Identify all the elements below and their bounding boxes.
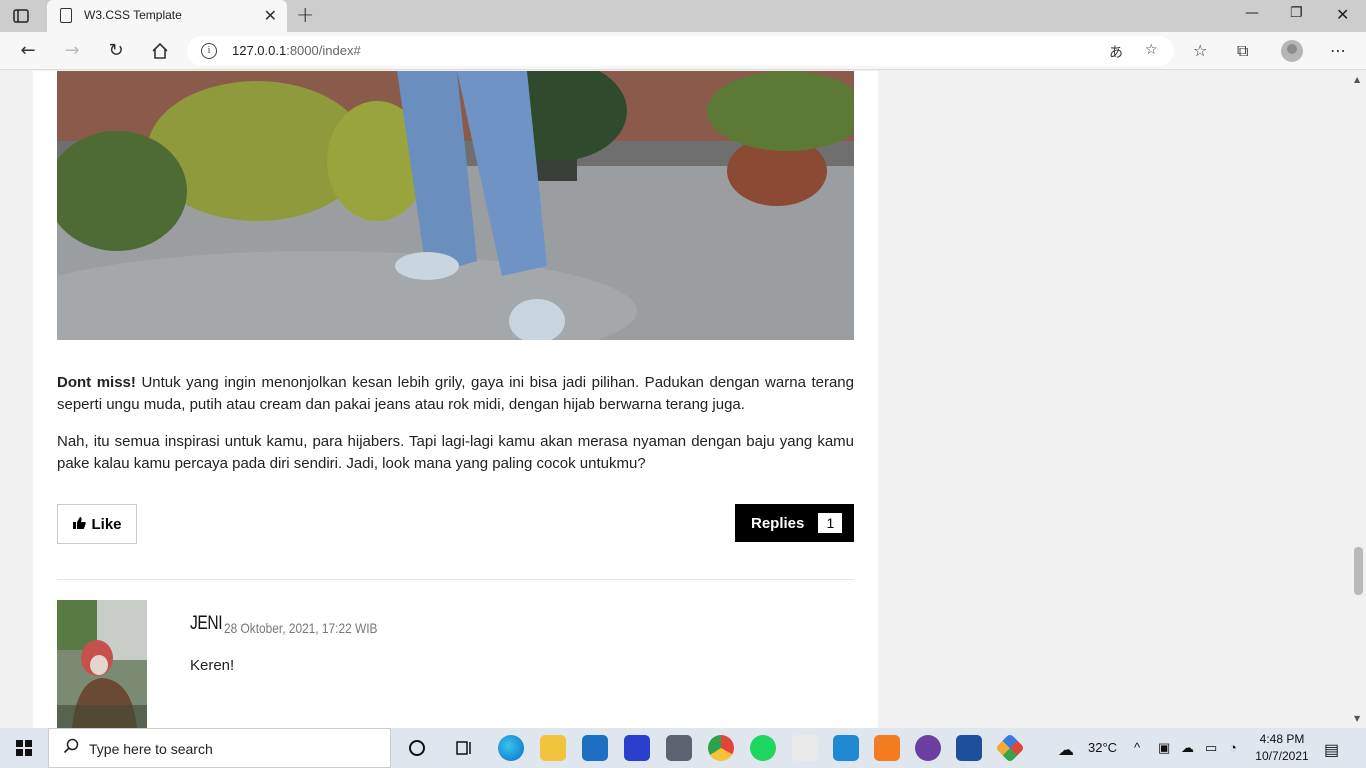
profile-avatar[interactable] [1281,40,1303,62]
weather-icon[interactable]: ☁ [1058,740,1074,760]
task-view-icon[interactable] [451,735,477,761]
back-icon[interactable]: ← [16,39,40,63]
article-card: Dont miss! Untuk yang ingin menonjolkan … [33,71,878,728]
search-placeholder: Type here to search [89,741,213,757]
tab-actions-menu-icon[interactable] [12,7,30,25]
replies-button[interactable]: Replies 1 [735,504,854,542]
minimize-icon[interactable]: — [1245,5,1259,21]
xampp-icon[interactable] [874,735,900,761]
thumbs-up-icon [72,516,87,533]
battery-icon[interactable]: ▭ [1205,740,1217,756]
like-button[interactable]: Like [57,504,137,544]
clock-date: 10/7/2021 [1255,749,1309,763]
notifications-icon[interactable]: ▤ [1324,740,1339,760]
home-icon[interactable] [148,39,172,63]
site-info-icon[interactable]: i [201,43,217,59]
git-icon[interactable] [995,733,1025,763]
windows-taskbar: Type here to search ☁ 32°C ^ ▣ ☁ ▭ ◔ 4:4… [0,728,1366,768]
github-desktop-icon[interactable] [915,735,941,761]
commenter-name: JENI [190,613,223,634]
wifi-icon[interactable]: ◔ [1229,740,1237,755]
browser-tab-bar: W3.CSS Template ✕ + — ❐ ✕ [0,0,1366,32]
file-explorer-icon[interactable] [540,735,566,761]
chrome-icon[interactable] [708,735,734,761]
search-icon [63,738,79,758]
comment-text: Keren! [190,657,235,674]
tab-title: W3.CSS Template [84,8,182,22]
url-text: 127.0.0.1:8000/index# [232,43,361,58]
close-window-icon[interactable]: ✕ [1336,5,1349,24]
scroll-down-icon[interactable]: ▼ [1354,714,1360,723]
close-tab-icon[interactable]: ✕ [264,6,277,25]
read-aloud-icon[interactable]: あ [1109,42,1123,62]
article-paragraph-2: Nah, itu semua inspirasi untuk kamu, par… [57,433,854,472]
replies-label: Replies [751,514,805,532]
refresh-icon[interactable]: ↻ [104,39,128,63]
favorites-icon[interactable]: ☆ [1193,41,1207,60]
like-label: Like [91,515,122,533]
meet-now-icon[interactable]: ▣ [1158,740,1170,756]
page-icon [60,8,72,23]
scroll-up-icon[interactable]: ▲ [1354,75,1360,84]
dont-miss-label: Dont miss! [57,374,136,391]
powershell-icon[interactable] [956,735,982,761]
browser-toolbar: ← → ↻ i 127.0.0.1:8000/index# あ ☆ ☆ ⧉ ⋯ [0,32,1366,70]
taskbar-search-box[interactable]: Type here to search [48,728,391,768]
spotify-icon[interactable] [750,735,776,761]
add-favorite-icon[interactable]: ☆ [1145,42,1158,58]
divider [57,579,854,580]
clock-time: 4:48 PM [1259,732,1305,746]
address-bar[interactable]: i 127.0.0.1:8000/index# あ ☆ [187,36,1174,66]
mail-icon[interactable] [582,735,608,761]
show-hidden-icons-icon[interactable]: ^ [1134,740,1140,755]
restore-icon[interactable]: ❐ [1290,5,1303,21]
onedrive-icon[interactable]: ☁ [1181,740,1194,756]
cortana-icon[interactable] [404,735,430,761]
replies-count-badge: 1 [818,513,843,533]
scrollbar-thumb[interactable] [1354,547,1363,595]
article-photo [57,71,854,340]
page-scrollbar[interactable]: ▲ ▼ [1350,71,1366,728]
comment-date: 28 Oktober, 2021, 17:22 WIB [224,620,378,636]
vscode-icon[interactable] [833,735,859,761]
visual-studio-code-alt-icon[interactable] [624,735,650,761]
edge-icon[interactable] [498,735,524,761]
browser-tab[interactable]: W3.CSS Template ✕ [47,0,287,32]
page-viewport: Dont miss! Untuk yang ingin menonjolkan … [0,71,1350,728]
temperature-text: 32°C [1088,740,1118,755]
windows-start-icon[interactable] [16,740,32,756]
java-icon[interactable] [792,735,818,761]
taskbar-clock[interactable]: 4:48 PM 10/7/2021 [1252,731,1312,765]
camera-icon[interactable] [666,735,692,761]
commenter-avatar [57,600,147,728]
article-paragraph-1: Dont miss! Untuk yang ingin menonjolkan … [57,374,854,413]
more-options-icon[interactable]: ⋯ [1330,41,1346,60]
forward-icon[interactable]: → [60,39,84,63]
new-tab-button[interactable]: + [296,3,314,28]
collections-icon[interactable]: ⧉ [1237,41,1248,61]
